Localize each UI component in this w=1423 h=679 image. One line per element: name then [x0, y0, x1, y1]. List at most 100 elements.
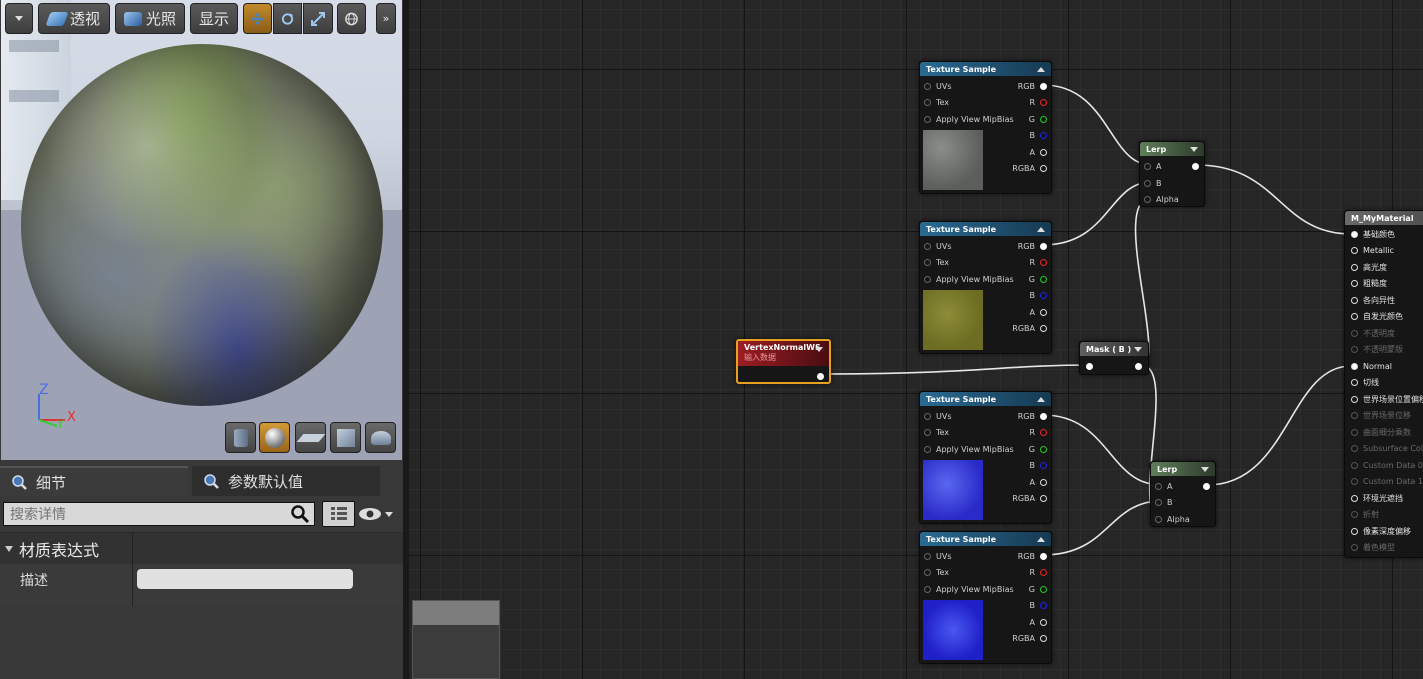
more-options-button[interactable]: »	[376, 3, 396, 34]
input-pin-alpha[interactable]: Alpha	[1144, 193, 1179, 205]
view-options-grid-button[interactable]	[322, 501, 355, 527]
lerp-node-1[interactable]: Lerp A B Alpha	[1139, 141, 1205, 207]
output-pin-b[interactable]: B	[1030, 459, 1047, 471]
material-input-pin[interactable]: 粗糙度	[1351, 277, 1387, 291]
output-pin-rgb[interactable]: RGB	[1018, 550, 1047, 562]
material-input-pin[interactable]: 环境光遮挡	[1351, 491, 1403, 505]
texture-sample-node-1[interactable]: Texture Sample UVs Tex Apply View MipBia…	[919, 61, 1052, 194]
output-pin-rgba[interactable]: RGBA	[1012, 632, 1047, 644]
output-pin-rgba[interactable]: RGBA	[1012, 492, 1047, 504]
material-preview-viewport[interactable]: 透视 光照 显示 » Z X Y	[1, 0, 402, 460]
translate-mode-button[interactable]	[243, 3, 272, 34]
input-pin[interactable]: Apply View MipBias	[924, 583, 1014, 595]
input-pin[interactable]: UVs	[924, 80, 952, 92]
input-pin[interactable]: Apply View MipBias	[924, 273, 1014, 285]
output-pin[interactable]	[1135, 360, 1142, 372]
input-pin[interactable]: Apply View MipBias	[924, 443, 1014, 455]
output-pin-g[interactable]: G	[1029, 113, 1047, 125]
world-local-button[interactable]	[337, 3, 366, 34]
input-pin[interactable]	[1086, 360, 1093, 372]
output-pin-r[interactable]: R	[1029, 426, 1047, 438]
material-input-pin[interactable]: 切线	[1351, 376, 1379, 390]
output-pin-rgb[interactable]: RGB	[1018, 410, 1047, 422]
input-pin[interactable]: Tex	[924, 426, 949, 438]
output-pin-r[interactable]: R	[1029, 566, 1047, 578]
output-pin-r[interactable]: R	[1029, 96, 1047, 108]
material-graph-canvas[interactable]: Texture Sample UVs Tex Apply View MipBia…	[403, 0, 1423, 679]
lighting-button[interactable]: 光照	[115, 3, 185, 34]
perspective-button[interactable]: 透视	[38, 3, 110, 34]
lerp-node-2[interactable]: Lerp A B Alpha	[1150, 461, 1216, 527]
input-pin-b[interactable]: B	[1144, 177, 1162, 189]
preview-custom-mesh-button[interactable]	[365, 422, 396, 453]
rotate-mode-button[interactable]	[273, 3, 302, 34]
output-pin-a[interactable]: A	[1030, 146, 1047, 158]
material-input-pin[interactable]: Metallic	[1351, 244, 1394, 258]
component-mask-node[interactable]: Mask ( B )	[1079, 341, 1149, 375]
preview-cube-button[interactable]	[330, 422, 361, 453]
output-pin-g[interactable]: G	[1029, 443, 1047, 455]
input-pin[interactable]: UVs	[924, 240, 952, 252]
material-input-pin[interactable]: 自发光颜色	[1351, 310, 1403, 324]
texture-sample-node-4[interactable]: Texture Sample UVs Tex Apply View MipBia…	[919, 531, 1052, 664]
material-input-pin[interactable]: 世界场景位置偏移	[1351, 392, 1423, 406]
material-result-node[interactable]: M_MyMaterial 基础颜色 Metallic 高光度 粗糙度 各向异性 自发光颜色…	[1344, 210, 1423, 558]
material-expression-section-header[interactable]: 材质表达式	[0, 532, 403, 564]
output-pin-rgba[interactable]: RGBA	[1012, 162, 1047, 174]
input-pin[interactable]: Tex	[924, 256, 949, 268]
material-input-pin[interactable]: 像素深度偏移	[1351, 524, 1411, 538]
input-pin-a[interactable]: A	[1144, 160, 1161, 172]
node-title: Mask ( B )	[1086, 344, 1132, 354]
output-pin-r[interactable]: R	[1029, 256, 1047, 268]
output-pin-b[interactable]: B	[1030, 599, 1047, 611]
input-pin-alpha[interactable]: Alpha	[1155, 513, 1190, 525]
tab-details[interactable]: 细节	[0, 466, 188, 496]
material-input-pin[interactable]: Normal	[1351, 359, 1392, 373]
pin-label: Apply View MipBias	[936, 444, 1014, 454]
output-pin-a[interactable]: A	[1030, 476, 1047, 488]
input-pin[interactable]: Tex	[924, 96, 949, 108]
pin-dot	[1040, 98, 1047, 106]
input-pin-b[interactable]: B	[1155, 496, 1173, 508]
output-pin-rgb[interactable]: RGB	[1018, 80, 1047, 92]
output-pin[interactable]	[1192, 160, 1199, 172]
input-pin[interactable]: UVs	[924, 550, 952, 562]
texture-sample-node-3[interactable]: Texture Sample UVs Tex Apply View MipBia…	[919, 391, 1052, 524]
output-pin-g[interactable]: G	[1029, 273, 1047, 285]
pin-dot	[1040, 148, 1047, 156]
pin-dot	[1040, 552, 1047, 560]
output-pin-b[interactable]: B	[1030, 129, 1047, 141]
output-pin-a[interactable]: A	[1030, 616, 1047, 628]
preview-sphere-button[interactable]	[259, 422, 290, 453]
search-details-input[interactable]	[3, 502, 315, 526]
pin-label: RGBA	[1012, 323, 1035, 333]
visibility-dropdown[interactable]	[358, 505, 398, 523]
material-input-pin[interactable]: 各向异性	[1351, 293, 1395, 307]
preview-plane-button[interactable]	[295, 422, 326, 453]
material-input-pin: Custom Data 1	[1351, 475, 1423, 489]
output-pin-rgba[interactable]: RGBA	[1012, 322, 1047, 334]
vertex-normal-ws-node[interactable]: VertexNormalWS 输入数据	[736, 339, 831, 384]
show-button[interactable]: 显示	[190, 3, 238, 34]
preview-cylinder-button[interactable]	[225, 422, 256, 453]
viewport-options-dropdown[interactable]	[5, 3, 33, 34]
output-pin[interactable]	[1203, 480, 1210, 492]
material-input-pin[interactable]: 基础颜色	[1351, 227, 1395, 241]
texture-sample-node-2[interactable]: Texture Sample UVs Tex Apply View MipBia…	[919, 221, 1052, 354]
pin-dot	[1351, 346, 1358, 353]
input-pin[interactable]: Tex	[924, 566, 949, 578]
description-input[interactable]	[137, 569, 353, 589]
output-pin-g[interactable]: G	[1029, 583, 1047, 595]
input-pin[interactable]: UVs	[924, 410, 952, 422]
input-pin[interactable]: Apply View MipBias	[924, 113, 1014, 125]
output-pin[interactable]	[817, 370, 824, 382]
search-icon[interactable]	[290, 504, 310, 524]
scale-mode-button[interactable]	[303, 3, 333, 34]
pin-dot	[1040, 324, 1047, 332]
output-pin-b[interactable]: B	[1030, 289, 1047, 301]
tab-parameter-defaults[interactable]: 参数默认值	[192, 466, 380, 496]
output-pin-rgb[interactable]: RGB	[1018, 240, 1047, 252]
material-input-pin[interactable]: 高光度	[1351, 260, 1387, 274]
output-pin-a[interactable]: A	[1030, 306, 1047, 318]
input-pin-a[interactable]: A	[1155, 480, 1172, 492]
